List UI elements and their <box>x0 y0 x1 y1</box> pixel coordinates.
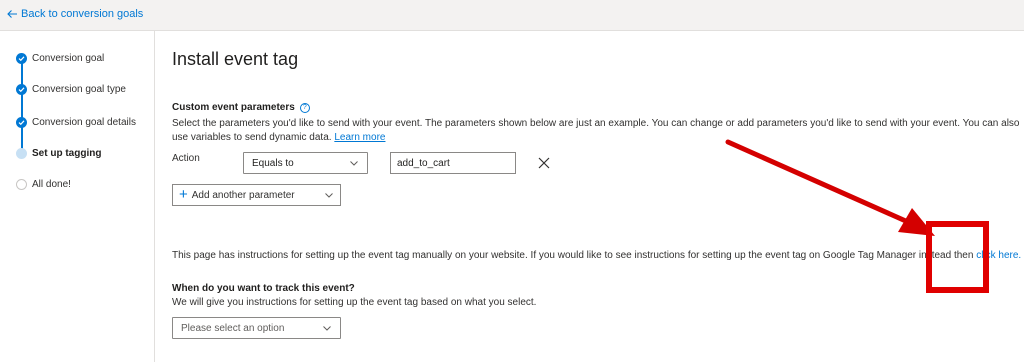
add-param-label: Add another parameter <box>191 189 295 201</box>
remove-parameter-close-icon[interactable] <box>537 156 551 170</box>
param-name-label: Action <box>172 153 200 164</box>
section-title-text: Custom event parameters <box>172 102 295 113</box>
track-question-subtitle: We will give you instructions for settin… <box>172 297 537 308</box>
gtm-instructions: This page has instructions for setting u… <box>172 250 1021 261</box>
operator-value: Equals to <box>252 157 294 169</box>
custom-params-description: Select the parameters you'd like to send… <box>172 117 1024 145</box>
back-to-conversion-goals-link[interactable]: Back to conversion goals <box>6 8 143 20</box>
current-step-dot-icon <box>16 148 27 159</box>
info-icon[interactable]: ? <box>299 102 310 113</box>
custom-event-parameters-heading: Custom event parameters ? <box>172 102 310 113</box>
instructions-text: This page has instructions for setting u… <box>172 250 974 261</box>
param-value-text: add_to_cart <box>397 157 450 169</box>
click-here-link[interactable]: click here. <box>976 250 1021 261</box>
check-icon <box>16 117 27 128</box>
check-icon <box>16 53 27 64</box>
plus-icon: + <box>179 186 188 203</box>
step-label: Conversion goal <box>32 53 105 64</box>
step-label: All done! <box>32 179 71 190</box>
arrow-left-icon <box>7 10 17 18</box>
track-question-title: When do you want to track this event? <box>172 283 355 294</box>
learn-more-link[interactable]: Learn more <box>334 132 385 143</box>
track-event-dropdown[interactable]: Please select an option <box>172 317 341 339</box>
top-bar: Back to conversion goals <box>0 0 1024 31</box>
chevron-down-icon <box>325 193 333 198</box>
progress-line <box>21 59 23 153</box>
wizard-steps-sidebar: Conversion goal Conversion goal type Con… <box>0 31 155 362</box>
step-set-up-tagging[interactable]: Set up tagging <box>16 148 101 159</box>
step-conversion-goal-type[interactable]: Conversion goal type <box>16 84 126 95</box>
step-label: Conversion goal details <box>32 117 136 128</box>
operator-dropdown[interactable]: Equals to <box>243 152 368 174</box>
chevron-down-icon <box>323 326 331 331</box>
param-value-input[interactable]: add_to_cart <box>390 152 516 174</box>
step-conversion-goal[interactable]: Conversion goal <box>16 53 104 64</box>
chevron-down-icon <box>350 161 358 166</box>
check-icon <box>16 84 27 95</box>
add-another-parameter-button[interactable]: + Add another parameter <box>172 184 341 206</box>
step-all-done: All done! <box>16 179 71 190</box>
page-title: Install event tag <box>172 49 299 69</box>
dropdown-placeholder: Please select an option <box>181 322 285 334</box>
back-link-label: Back to conversion goals <box>21 8 144 20</box>
pending-step-dot-icon <box>16 179 27 190</box>
step-label: Conversion goal type <box>32 84 126 95</box>
step-label: Set up tagging <box>32 148 102 159</box>
description-text: Select the parameters you'd like to send… <box>172 118 1020 143</box>
step-conversion-goal-details[interactable]: Conversion goal details <box>16 117 136 128</box>
main-content: Install event tag Custom event parameter… <box>155 31 1024 362</box>
